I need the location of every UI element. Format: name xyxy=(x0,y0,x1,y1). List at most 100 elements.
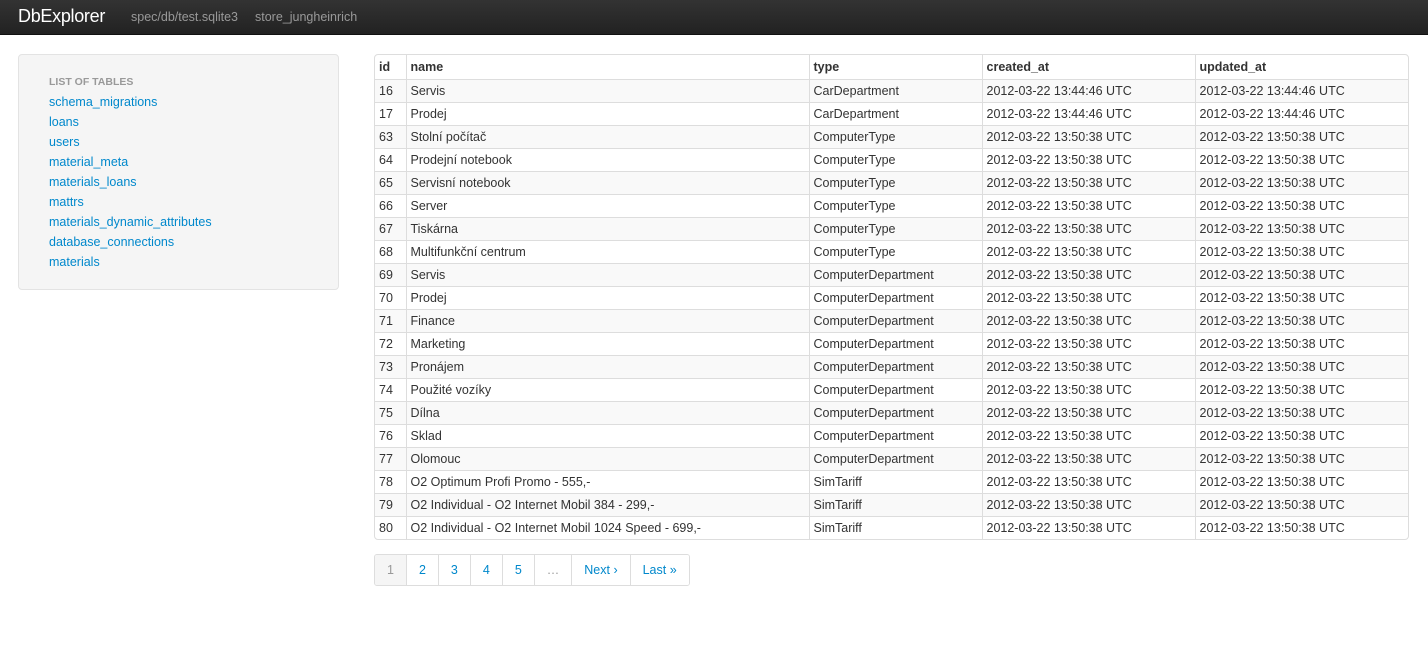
cell-updated-at: 2012-03-22 13:50:38 UTC xyxy=(1194,170,1408,194)
cell-created-at: 2012-03-22 13:50:38 UTC xyxy=(981,515,1195,539)
cell-id: 64 xyxy=(375,147,406,171)
cell-name: Multifunkční centrum xyxy=(405,239,809,263)
page-1-button[interactable]: 1 xyxy=(375,555,406,585)
sidebar-item-loans[interactable]: loans xyxy=(49,112,308,132)
table-row[interactable]: 65 Servisní notebook ComputerType 2012-03-2… xyxy=(375,170,1408,194)
cell-updated-at: 2012-03-22 13:44:46 UTC xyxy=(1194,78,1408,102)
column-header-created-at[interactable]: created_at xyxy=(981,55,1195,79)
sidebar-item-materials-dynamic-attributes[interactable]: materials_dynamic_attributes xyxy=(49,212,308,232)
page-3-button[interactable]: 3 xyxy=(437,555,470,585)
cell-updated-at: 2012-03-22 13:50:38 UTC xyxy=(1194,262,1408,286)
cell-id: 69 xyxy=(375,262,406,286)
table-row[interactable]: 76 Sklad ComputerDepartment 2012-03-22 13:5… xyxy=(375,423,1408,447)
cell-created-at: 2012-03-22 13:50:38 UTC xyxy=(981,423,1195,447)
cell-name: Servisní notebook xyxy=(405,170,809,194)
cell-id: 77 xyxy=(375,446,406,470)
page-2-button[interactable]: 2 xyxy=(405,555,438,585)
cell-name: Servis xyxy=(405,78,809,102)
page-4-button[interactable]: 4 xyxy=(469,555,502,585)
cell-name: Prodej xyxy=(405,101,809,125)
cell-name: Použité vozíky xyxy=(405,377,809,401)
sidebar-item-mattrs[interactable]: mattrs xyxy=(49,192,308,212)
table-row[interactable]: 17 Prodej CarDepartment 2012-03-22 13:44:46… xyxy=(375,101,1408,125)
cell-type: ComputerDepartment xyxy=(808,377,982,401)
cell-id: 63 xyxy=(375,124,406,148)
cell-type: ComputerDepartment xyxy=(808,262,982,286)
table-row[interactable]: 71 Finance ComputerDepartment 2012-03-22 13… xyxy=(375,308,1408,332)
table-row[interactable]: 64 Prodejní notebook ComputerType 2012-03-2… xyxy=(375,147,1408,171)
cell-type: ComputerType xyxy=(808,170,982,194)
cell-id: 72 xyxy=(375,331,406,355)
table-row[interactable]: 75 Dílna ComputerDepartment 2012-03-22 13:5… xyxy=(375,400,1408,424)
cell-updated-at: 2012-03-22 13:50:38 UTC xyxy=(1194,216,1408,240)
page-5-button[interactable]: 5 xyxy=(501,555,534,585)
column-header-updated-at[interactable]: updated_at xyxy=(1194,55,1408,79)
records-table: id name type created_at updated_at 16 Ser… xyxy=(374,54,1409,540)
sidebar-item-materials[interactable]: materials xyxy=(49,252,308,272)
cell-type: ComputerDepartment xyxy=(808,423,982,447)
table-row[interactable]: 74 Použité vozíky ComputerDepartment 2012-0… xyxy=(375,377,1408,401)
sidebar-item-database-connections[interactable]: database_connections xyxy=(49,232,308,252)
cell-updated-at: 2012-03-22 13:50:38 UTC xyxy=(1194,354,1408,378)
cell-type: ComputerDepartment xyxy=(808,446,982,470)
sidebar-item-users[interactable]: users xyxy=(49,132,308,152)
cell-created-at: 2012-03-22 13:50:38 UTC xyxy=(981,354,1195,378)
cell-updated-at: 2012-03-22 13:50:38 UTC xyxy=(1194,423,1408,447)
cell-id: 17 xyxy=(375,101,406,125)
table-body: 16 Servis CarDepartment 2012-03-22 13:44:46… xyxy=(375,78,1408,539)
cell-name: Pronájem xyxy=(405,354,809,378)
cell-type: ComputerType xyxy=(808,124,982,148)
table-row[interactable]: 69 Servis ComputerDepartment 2012-03-22 13:… xyxy=(375,262,1408,286)
table-row[interactable]: 73 Pronájem ComputerDepartment 2012-03-22 1… xyxy=(375,354,1408,378)
cell-created-at: 2012-03-22 13:50:38 UTC xyxy=(981,285,1195,309)
table-row[interactable]: 68 Multifunkční centrum ComputerType 2012-0… xyxy=(375,239,1408,263)
cell-type: ComputerDepartment xyxy=(808,285,982,309)
cell-type: SimTariff xyxy=(808,469,982,493)
table-row[interactable]: 79 O2 Individual - O2 Internet Mobil 384 … xyxy=(375,492,1408,516)
cell-name: Tiskárna xyxy=(405,216,809,240)
next-page-button[interactable]: Next › xyxy=(571,555,630,585)
cell-id: 75 xyxy=(375,400,406,424)
table-row[interactable]: 72 Marketing ComputerDepartment 2012-03-22 … xyxy=(375,331,1408,355)
cell-updated-at: 2012-03-22 13:50:38 UTC xyxy=(1194,446,1408,470)
cell-created-at: 2012-03-22 13:50:38 UTC xyxy=(981,216,1195,240)
table-row[interactable]: 80 O2 Individual - O2 Internet Mobil 1024… xyxy=(375,515,1408,539)
sidebar-item-materials-loans[interactable]: materials_loans xyxy=(49,172,308,192)
cell-type: ComputerDepartment xyxy=(808,354,982,378)
cell-updated-at: 2012-03-22 13:50:38 UTC xyxy=(1194,469,1408,493)
cell-created-at: 2012-03-22 13:50:38 UTC xyxy=(981,331,1195,355)
table-row[interactable]: 77 Olomouc ComputerDepartment 2012-03-22 13… xyxy=(375,446,1408,470)
nav-link-table[interactable]: store_jungheinrich xyxy=(255,10,357,24)
table-row[interactable]: 67 Tiskárna ComputerType 2012-03-22 13:50:3… xyxy=(375,216,1408,240)
cell-created-at: 2012-03-22 13:50:38 UTC xyxy=(981,239,1195,263)
cell-id: 74 xyxy=(375,377,406,401)
column-header-name[interactable]: name xyxy=(405,55,809,79)
cell-name: Finance xyxy=(405,308,809,332)
table-row[interactable]: 16 Servis CarDepartment 2012-03-22 13:44:46… xyxy=(375,78,1408,102)
table-row[interactable]: 66 Server ComputerType 2012-03-22 13:50:38 … xyxy=(375,193,1408,217)
cell-updated-at: 2012-03-22 13:44:46 UTC xyxy=(1194,101,1408,125)
cell-type: ComputerType xyxy=(808,216,982,240)
table-row[interactable]: 78 O2 Optimum Profi Promo - 555,- SimTarif… xyxy=(375,469,1408,493)
cell-updated-at: 2012-03-22 13:50:38 UTC xyxy=(1194,492,1408,516)
cell-updated-at: 2012-03-22 13:50:38 UTC xyxy=(1194,308,1408,332)
table-row[interactable]: 70 Prodej ComputerDepartment 2012-03-22 13:… xyxy=(375,285,1408,309)
sidebar-item-schema-migrations[interactable]: schema_migrations xyxy=(49,92,308,112)
cell-name: Sklad xyxy=(405,423,809,447)
column-header-type[interactable]: type xyxy=(808,55,982,79)
sidebar-item-material-meta[interactable]: material_meta xyxy=(49,152,308,172)
cell-id: 76 xyxy=(375,423,406,447)
cell-created-at: 2012-03-22 13:50:38 UTC xyxy=(981,170,1195,194)
cell-updated-at: 2012-03-22 13:50:38 UTC xyxy=(1194,285,1408,309)
column-header-id[interactable]: id xyxy=(375,55,406,79)
cell-type: ComputerType xyxy=(808,147,982,171)
cell-id: 16 xyxy=(375,78,406,102)
nav-link-database[interactable]: spec/db/test.sqlite3 xyxy=(131,10,238,24)
cell-id: 66 xyxy=(375,193,406,217)
cell-name: O2 Individual - O2 Internet Mobil 384 - … xyxy=(405,492,809,516)
cell-name: Prodejní notebook xyxy=(405,147,809,171)
cell-updated-at: 2012-03-22 13:50:38 UTC xyxy=(1194,515,1408,539)
table-row[interactable]: 63 Stolní počítač ComputerType 2012-03-22 1… xyxy=(375,124,1408,148)
last-page-button[interactable]: Last » xyxy=(629,555,689,585)
brand-link[interactable]: DbExplorer xyxy=(18,6,105,27)
